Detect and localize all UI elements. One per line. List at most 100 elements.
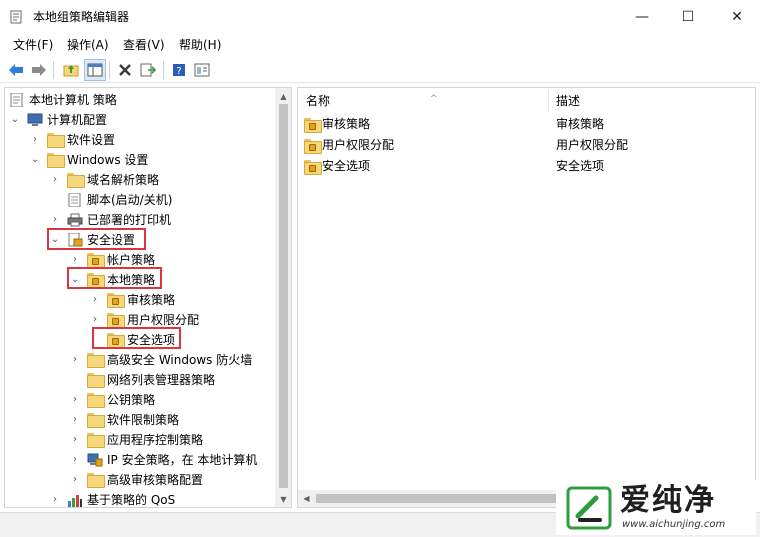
tree-item-label: 用户权限分配	[127, 313, 200, 327]
locked-folder-icon	[304, 118, 322, 133]
tree-item-security-options[interactable]: 安全选项	[5, 330, 275, 350]
back-button[interactable]	[6, 60, 26, 80]
tree-item-software-settings[interactable]: › 软件设置	[5, 130, 275, 150]
locked-folder-icon	[107, 333, 125, 348]
tree-item-computer-config[interactable]: ⌄ 计算机配置	[5, 110, 275, 130]
policy-editor-icon	[10, 10, 22, 24]
tree-item-local-computer-policy[interactable]: 本地计算机 策略	[5, 90, 275, 110]
help-button[interactable]: ?	[169, 60, 189, 80]
details-pane[interactable]: 名称 ^ 描述 审核策略 审核策略 用户权限分配 用户权限分配 安全选项 安全选…	[297, 87, 756, 508]
forward-button[interactable]	[29, 60, 49, 80]
tree-item-app-control[interactable]: › 应用程序控制策略	[5, 430, 275, 450]
tree-item-security-settings[interactable]: ⌄ 安全设置	[5, 230, 275, 250]
folder-icon	[87, 473, 105, 488]
tree-item-qos[interactable]: › 基于策略的 QoS	[5, 490, 275, 507]
toolbar-separator	[163, 61, 164, 79]
tree-item-label: 软件设置	[67, 133, 116, 147]
scroll-thumb[interactable]	[316, 494, 556, 503]
tree-item-label: 计算机配置	[47, 113, 108, 127]
printer-icon	[67, 213, 83, 227]
collapsed-chevron-icon[interactable]: ›	[49, 174, 61, 186]
tree-item-label: 安全选项	[127, 333, 176, 347]
expanded-chevron-icon[interactable]: ⌄	[49, 234, 61, 246]
folder-icon	[87, 353, 105, 368]
collapsed-chevron-icon[interactable]: ›	[69, 454, 81, 466]
tree-item-public-key[interactable]: › 公钥策略	[5, 390, 275, 410]
collapsed-chevron-icon[interactable]: ›	[69, 434, 81, 446]
column-header-description[interactable]: 描述	[556, 90, 746, 112]
list-item[interactable]: 审核策略 审核策略	[298, 114, 755, 134]
delete-icon	[119, 64, 131, 76]
menu-view[interactable]: 查看(V)	[123, 37, 165, 53]
properties-icon	[194, 63, 210, 77]
tree-item-local-policies[interactable]: ⌄ 本地策略	[5, 270, 275, 290]
script-icon	[68, 193, 81, 207]
up-folder-icon	[63, 65, 79, 77]
export-list-button[interactable]	[138, 60, 158, 80]
collapsed-chevron-icon[interactable]: ›	[69, 394, 81, 406]
list-item-name: 用户权限分配	[322, 138, 395, 152]
column-header-name[interactable]: 名称 ^	[306, 90, 546, 112]
watermark-url: www.aichunjing.com	[622, 519, 726, 530]
scroll-thumb[interactable]	[279, 104, 288, 488]
menu-action[interactable]: 操作(A)	[67, 37, 109, 53]
scroll-left-icon[interactable]: ◀	[298, 490, 315, 507]
tree-item-windows-settings[interactable]: ⌄ Windows 设置	[5, 150, 275, 170]
tree-item-label: IP 安全策略，在 本地计算机	[107, 453, 258, 467]
tree-item-label: 基于策略的 QoS	[87, 493, 176, 507]
properties-button[interactable]	[192, 60, 212, 80]
list-item-description: 用户权限分配	[556, 138, 629, 152]
tree-item-audit-policy[interactable]: › 审核策略	[5, 290, 275, 310]
folder-icon	[47, 133, 65, 148]
tree-item-user-rights[interactable]: › 用户权限分配	[5, 310, 275, 330]
tree-item-advanced-audit[interactable]: › 高级审核策略配置	[5, 470, 275, 490]
tree-item-label: 已部署的打印机	[87, 213, 172, 227]
expanded-chevron-icon[interactable]: ⌄	[69, 274, 81, 286]
expanded-chevron-icon[interactable]: ⌄	[29, 154, 41, 166]
collapsed-chevron-icon[interactable]: ›	[49, 494, 61, 506]
scroll-down-icon[interactable]: ▼	[275, 491, 291, 507]
column-header-label: 名称	[306, 94, 331, 108]
tree-pane[interactable]: 本地计算机 策略 ⌄ 计算机配置 › 软件设置 ⌄ Windows 设置 › 域…	[4, 87, 292, 508]
toolbar-separator	[53, 61, 54, 79]
tree-item-network-list[interactable]: 网络列表管理器策略	[5, 370, 275, 390]
list-item[interactable]: 安全选项 安全选项	[298, 156, 755, 176]
tree-item-label: 高级安全 Windows 防火墙	[107, 353, 253, 367]
show-hide-tree-button[interactable]	[84, 59, 106, 81]
tree-item-label: 审核策略	[127, 293, 176, 307]
collapsed-chevron-icon[interactable]: ›	[89, 294, 101, 306]
collapsed-chevron-icon[interactable]: ›	[89, 314, 101, 326]
list-item[interactable]: 用户权限分配 用户权限分配	[298, 135, 755, 155]
close-button[interactable]: ✕	[714, 0, 760, 34]
tree-item-label: 高级审核策略配置	[107, 473, 204, 487]
collapsed-chevron-icon[interactable]: ›	[69, 354, 81, 366]
tree-item-name-resolution-policy[interactable]: › 域名解析策略	[5, 170, 275, 190]
tree-item-scripts[interactable]: 脚本(启动/关机)	[5, 190, 275, 210]
expanded-chevron-icon[interactable]: ⌄	[9, 114, 21, 126]
up-level-button[interactable]	[61, 60, 81, 80]
collapsed-chevron-icon[interactable]: ›	[49, 214, 61, 226]
collapsed-chevron-icon[interactable]: ›	[69, 474, 81, 486]
column-divider[interactable]	[548, 90, 549, 112]
menu-file[interactable]: 文件(F)	[13, 37, 53, 53]
collapsed-chevron-icon[interactable]: ›	[69, 414, 81, 426]
tree-item-firewall[interactable]: › 高级安全 Windows 防火墙	[5, 350, 275, 370]
tree-item-label: 本地计算机 策略	[29, 93, 117, 107]
tree-item-software-restriction[interactable]: › 软件限制策略	[5, 410, 275, 430]
list-item-name: 审核策略	[322, 117, 371, 131]
tree-vertical-scrollbar[interactable]: ▲ ▼	[275, 88, 291, 507]
collapsed-chevron-icon[interactable]: ›	[69, 254, 81, 266]
tree-item-deployed-printers[interactable]: › 已部署的打印机	[5, 210, 275, 230]
tree-item-account-policies[interactable]: › 帐户策略	[5, 250, 275, 270]
scroll-up-icon[interactable]: ▲	[275, 88, 291, 104]
minimize-button[interactable]: —	[619, 0, 665, 34]
tree-item-label: 安全设置	[87, 233, 136, 247]
tree-item-ip-security[interactable]: › IP 安全策略，在 本地计算机	[5, 450, 275, 470]
menu-help[interactable]: 帮助(H)	[179, 37, 221, 53]
list-item-name: 安全选项	[322, 159, 371, 173]
maximize-button[interactable]: ☐	[665, 0, 711, 34]
toolbar-separator	[109, 61, 110, 79]
delete-button[interactable]	[115, 60, 135, 80]
collapsed-chevron-icon[interactable]: ›	[29, 134, 41, 146]
tree-item-label: 应用程序控制策略	[107, 433, 204, 447]
